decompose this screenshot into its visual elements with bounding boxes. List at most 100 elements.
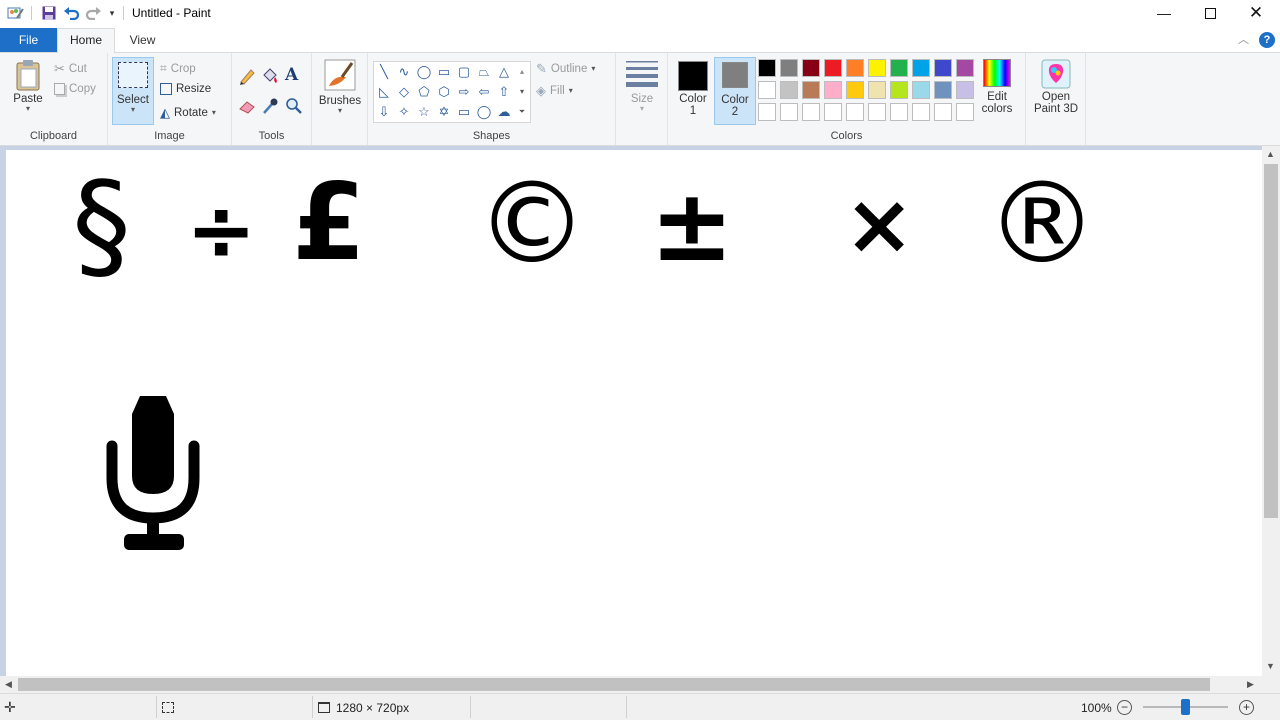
oval-callout-shape-icon[interactable]: ◯ bbox=[476, 104, 492, 120]
palette-swatch[interactable] bbox=[890, 59, 908, 77]
shapes-expand-icon[interactable]: ⏷ bbox=[516, 104, 528, 120]
close-button[interactable]: ✕ bbox=[1233, 0, 1279, 26]
paint-app-icon[interactable] bbox=[6, 4, 26, 22]
palette-swatch[interactable] bbox=[780, 81, 798, 99]
resize-button[interactable]: Resize bbox=[160, 83, 211, 95]
fill-bucket-icon[interactable] bbox=[261, 67, 279, 85]
triangle-shape-icon[interactable]: △ bbox=[496, 64, 512, 80]
right-arrow-shape-icon[interactable]: ⇨ bbox=[456, 84, 472, 100]
rectangle-shape-icon[interactable]: ▭ bbox=[436, 64, 452, 80]
redo-icon[interactable] bbox=[84, 4, 102, 22]
zoom-in-button[interactable]: + bbox=[1239, 700, 1254, 715]
color2-button[interactable]: Color 2 bbox=[714, 57, 756, 125]
palette-swatch[interactable] bbox=[802, 103, 820, 121]
tab-home[interactable]: Home bbox=[57, 28, 115, 53]
horizontal-scrollbar[interactable]: ◀ ▶ bbox=[0, 676, 1262, 693]
palette-swatch[interactable] bbox=[934, 81, 952, 99]
pencil-icon[interactable] bbox=[238, 67, 256, 85]
palette-swatch[interactable] bbox=[890, 81, 908, 99]
palette-swatch[interactable] bbox=[846, 59, 864, 77]
palette-swatch[interactable] bbox=[934, 103, 952, 121]
open-paint3d-button[interactable]: Open Paint 3D bbox=[1029, 59, 1083, 115]
palette-swatch[interactable] bbox=[956, 59, 974, 77]
select-button[interactable]: Select ▾ bbox=[112, 57, 154, 125]
zoom-out-button[interactable]: − bbox=[1117, 700, 1132, 715]
text-icon[interactable]: A bbox=[285, 65, 303, 85]
maximize-button[interactable] bbox=[1187, 0, 1233, 26]
palette-swatch[interactable] bbox=[956, 103, 974, 121]
crop-button[interactable]: ⌗ Crop bbox=[160, 61, 196, 76]
palette-swatch[interactable] bbox=[912, 103, 930, 121]
palette-swatch[interactable] bbox=[934, 59, 952, 77]
paste-dropdown-icon[interactable]: ▾ bbox=[26, 105, 30, 113]
palette-swatch[interactable] bbox=[868, 81, 886, 99]
help-icon[interactable]: ? bbox=[1259, 32, 1275, 48]
undo-icon[interactable] bbox=[62, 4, 80, 22]
palette-swatch[interactable] bbox=[758, 81, 776, 99]
up-arrow-shape-icon[interactable]: ⇧ bbox=[496, 84, 512, 100]
scroll-down-arrow-icon[interactable]: ▼ bbox=[1266, 661, 1275, 671]
vertical-scrollbar[interactable]: ▲ ▼ bbox=[1262, 146, 1280, 676]
palette-swatch[interactable] bbox=[780, 103, 798, 121]
magnifier-icon[interactable] bbox=[285, 97, 303, 115]
palette-swatch[interactable] bbox=[846, 81, 864, 99]
fill-button[interactable]: ◈ Fill ▾ bbox=[536, 83, 573, 99]
minimize-button[interactable]: — bbox=[1141, 0, 1187, 26]
brushes-button[interactable]: Brushes ▾ bbox=[316, 59, 364, 115]
copy-button[interactable]: Copy bbox=[54, 83, 96, 95]
eraser-icon[interactable] bbox=[238, 97, 256, 115]
rotate-button[interactable]: ◭ Rotate ▾ bbox=[160, 105, 216, 121]
polygon-shape-icon[interactable]: ⏢ bbox=[476, 64, 492, 80]
down-arrow-shape-icon[interactable]: ⇩ bbox=[376, 104, 392, 120]
palette-swatch[interactable] bbox=[868, 59, 886, 77]
four-point-star-shape-icon[interactable]: ✧ bbox=[396, 104, 412, 120]
right-triangle-shape-icon[interactable]: ◺ bbox=[376, 84, 392, 100]
curve-shape-icon[interactable]: ∿ bbox=[396, 64, 412, 80]
zoom-slider-thumb[interactable] bbox=[1181, 699, 1190, 715]
palette-swatch[interactable] bbox=[824, 81, 842, 99]
shapes-scroll-down-icon[interactable]: ▾ bbox=[516, 84, 528, 100]
select-dropdown-icon[interactable]: ▾ bbox=[131, 106, 135, 114]
scroll-up-arrow-icon[interactable]: ▲ bbox=[1266, 149, 1275, 159]
palette-swatch[interactable] bbox=[912, 81, 930, 99]
palette-swatch[interactable] bbox=[802, 59, 820, 77]
pentagon-shape-icon[interactable]: ⬠ bbox=[416, 84, 432, 100]
palette-swatch[interactable] bbox=[868, 103, 886, 121]
left-arrow-shape-icon[interactable]: ⇦ bbox=[476, 84, 492, 100]
size-button[interactable]: Size ▾ bbox=[622, 59, 662, 113]
paste-button[interactable]: Paste ▾ bbox=[8, 59, 48, 113]
tab-file[interactable]: File bbox=[0, 28, 57, 52]
color-picker-icon[interactable] bbox=[261, 97, 279, 115]
five-point-star-shape-icon[interactable]: ☆ bbox=[416, 104, 432, 120]
rect-callout-shape-icon[interactable]: ▭ bbox=[456, 104, 472, 120]
palette-swatch[interactable] bbox=[758, 59, 776, 77]
vertical-scroll-thumb[interactable] bbox=[1264, 164, 1278, 518]
scroll-left-arrow-icon[interactable]: ◀ bbox=[5, 679, 12, 690]
palette-swatch[interactable] bbox=[890, 103, 908, 121]
save-icon[interactable] bbox=[40, 4, 58, 22]
tab-view[interactable]: View bbox=[115, 28, 170, 52]
palette-swatch[interactable] bbox=[846, 103, 864, 121]
palette-swatch[interactable] bbox=[824, 103, 842, 121]
rounded-rectangle-shape-icon[interactable]: ▢ bbox=[456, 64, 472, 80]
diamond-shape-icon[interactable]: ◇ bbox=[396, 84, 412, 100]
shapes-scroll-up-icon[interactable]: ▴ bbox=[516, 64, 528, 80]
color1-button[interactable]: Color 1 bbox=[672, 57, 714, 125]
drawing-canvas[interactable]: § ÷ £ © ± × ® bbox=[6, 150, 1262, 676]
palette-swatch[interactable] bbox=[802, 81, 820, 99]
line-shape-icon[interactable]: ╲ bbox=[376, 64, 392, 80]
palette-swatch[interactable] bbox=[824, 59, 842, 77]
outline-button[interactable]: ✎ Outline ▾ bbox=[536, 61, 595, 77]
cut-button[interactable]: ✂ Cut bbox=[54, 61, 87, 77]
palette-swatch[interactable] bbox=[956, 81, 974, 99]
oval-shape-icon[interactable]: ◯ bbox=[416, 64, 432, 80]
hexagon-shape-icon[interactable]: ⬡ bbox=[436, 84, 452, 100]
six-point-star-shape-icon[interactable]: ✡ bbox=[436, 104, 452, 120]
scroll-right-arrow-icon[interactable]: ▶ bbox=[1247, 679, 1254, 690]
edit-colors-button[interactable]: Edit colors bbox=[976, 59, 1018, 115]
cloud-callout-shape-icon[interactable]: ☁ bbox=[496, 104, 512, 120]
customize-dropdown-icon[interactable]: ▾ bbox=[105, 4, 119, 22]
palette-swatch[interactable] bbox=[912, 59, 930, 77]
palette-swatch[interactable] bbox=[758, 103, 776, 121]
palette-swatch[interactable] bbox=[780, 59, 798, 77]
